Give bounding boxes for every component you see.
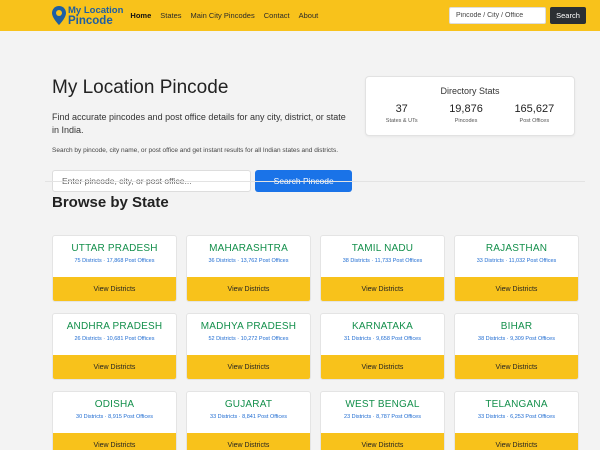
state-card-andhra-pradesh: ANDHRA PRADESH 26 Districts · 10,681 Pos… xyxy=(52,313,177,380)
stat-states: 37 States & UTs xyxy=(386,103,418,124)
view-districts-button[interactable]: View Districts xyxy=(187,277,310,301)
state-name[interactable]: ANDHRA PRADESH xyxy=(53,321,176,332)
state-meta: 23 Districts · 8,787 Post Offices xyxy=(344,414,421,420)
view-districts-button[interactable]: View Districts xyxy=(53,355,176,379)
hero-lead-text: Find accurate pincodes and post office d… xyxy=(52,112,346,135)
state-name[interactable]: UTTAR PRADESH xyxy=(53,243,176,254)
state-card-uttar-pradesh: UTTAR PRADESH 75 Districts · 17,868 Post… xyxy=(52,235,177,302)
state-name[interactable]: TELANGANA xyxy=(455,399,578,410)
directory-stats-card: Directory Stats 37 States & UTs 19,876 P… xyxy=(365,76,575,136)
hero-section: My Location Pincode Find accurate pincod… xyxy=(0,31,600,192)
view-districts-button[interactable]: View Districts xyxy=(455,355,578,379)
stat-pincodes: 19,876 Pincodes xyxy=(449,103,483,124)
state-meta: 36 Districts · 13,762 Post Offices xyxy=(208,258,289,264)
nav-contact[interactable]: Contact xyxy=(264,11,290,20)
state-card-west-bengal: WEST BENGAL 23 Districts · 8,787 Post Of… xyxy=(320,391,445,450)
state-name[interactable]: RAJASTHAN xyxy=(455,243,578,254)
state-card-tamil-nadu: TAMIL NADU 38 Districts · 11,733 Post Of… xyxy=(320,235,445,302)
state-meta: 38 Districts · 9,309 Post Offices xyxy=(478,336,555,342)
page-title: My Location Pincode xyxy=(52,77,229,98)
state-card-madhya-pradesh: MADHYA PRADESH 52 Districts · 10,272 Pos… xyxy=(186,313,311,380)
header-search-input[interactable] xyxy=(449,7,546,24)
state-name[interactable]: GUJARAT xyxy=(187,399,310,410)
stat-value: 37 xyxy=(395,103,408,115)
state-meta: 33 Districts · 11,032 Post Offices xyxy=(476,258,557,264)
header-search-button[interactable]: Search xyxy=(550,7,586,24)
header-search: Search xyxy=(449,7,586,24)
map-pin-icon xyxy=(52,6,66,25)
state-card-karnataka: KARNATAKA 31 Districts · 9,658 Post Offi… xyxy=(320,313,445,380)
state-name[interactable]: MADHYA PRADESH xyxy=(187,321,310,332)
section-divider xyxy=(45,181,585,182)
site-header: My Location Pincode Home States Main Cit… xyxy=(0,0,600,31)
state-name[interactable]: MAHARASHTRA xyxy=(187,243,310,254)
state-meta: 30 Districts · 8,915 Post Offices xyxy=(76,414,153,420)
stat-value: 19,876 xyxy=(449,103,483,115)
stat-label: Pincodes xyxy=(454,118,478,124)
state-name[interactable]: WEST BENGAL xyxy=(321,399,444,410)
state-name[interactable]: BIHAR xyxy=(455,321,578,332)
stat-label: Post Offices xyxy=(519,118,550,124)
state-card-maharashtra: MAHARASHTRA 36 Districts · 13,762 Post O… xyxy=(186,235,311,302)
main-nav: Home States Main City Pincodes Contact A… xyxy=(130,11,318,20)
state-meta: 33 Districts · 6,253 Post Offices xyxy=(478,414,555,420)
stat-label: States & UTs xyxy=(385,118,418,124)
state-card-bihar: BIHAR 38 Districts · 9,309 Post Offices … xyxy=(454,313,579,380)
nav-states[interactable]: States xyxy=(160,11,181,20)
nav-about[interactable]: About xyxy=(299,11,319,20)
state-meta: 33 Districts · 8,841 Post Offices xyxy=(210,414,287,420)
state-card-gujarat: GUJARAT 33 Districts · 8,841 Post Office… xyxy=(186,391,311,450)
nav-home[interactable]: Home xyxy=(130,11,151,20)
state-grid: UTTAR PRADESH 75 Districts · 17,868 Post… xyxy=(52,235,580,450)
state-meta: 31 Districts · 9,658 Post Offices xyxy=(344,336,421,342)
state-meta: 26 Districts · 10,681 Post Offices xyxy=(74,336,155,342)
state-name[interactable]: ODISHA xyxy=(53,399,176,410)
state-card-odisha: ODISHA 30 Districts · 8,915 Post Offices… xyxy=(52,391,177,450)
stat-post-offices: 165,627 Post Offices xyxy=(514,103,554,124)
browse-title: Browse by State xyxy=(52,194,169,211)
view-districts-button[interactable]: View Districts xyxy=(321,433,444,450)
state-card-rajasthan: RAJASTHAN 33 Districts · 11,032 Post Off… xyxy=(454,235,579,302)
view-districts-button[interactable]: View Districts xyxy=(455,277,578,301)
state-card-telangana: TELANGANA 33 Districts · 6,253 Post Offi… xyxy=(454,391,579,450)
stat-value: 165,627 xyxy=(514,103,555,115)
stats-title: Directory Stats xyxy=(440,86,500,96)
view-districts-button[interactable]: View Districts xyxy=(187,433,310,450)
view-districts-button[interactable]: View Districts xyxy=(53,433,176,450)
logo-bottom-text: Pincode xyxy=(68,14,113,27)
view-districts-button[interactable]: View Districts xyxy=(187,355,310,379)
state-meta: 52 Districts · 10,272 Post Offices xyxy=(208,336,289,342)
site-logo[interactable]: My Location Pincode xyxy=(52,4,124,27)
view-districts-button[interactable]: View Districts xyxy=(321,355,444,379)
hero-sub-text: Search by pincode, city name, or post of… xyxy=(52,147,339,154)
logo-top-text: My Location xyxy=(68,4,124,16)
view-districts-button[interactable]: View Districts xyxy=(455,433,578,450)
state-name[interactable]: TAMIL NADU xyxy=(321,243,444,254)
view-districts-button[interactable]: View Districts xyxy=(321,277,444,301)
state-name[interactable]: KARNATAKA xyxy=(321,321,444,332)
state-meta: 75 Districts · 17,868 Post Offices xyxy=(74,258,155,264)
view-districts-button[interactable]: View Districts xyxy=(53,277,176,301)
nav-main-city-pincodes[interactable]: Main City Pincodes xyxy=(191,11,255,20)
state-meta: 38 Districts · 11,733 Post Offices xyxy=(342,258,423,264)
